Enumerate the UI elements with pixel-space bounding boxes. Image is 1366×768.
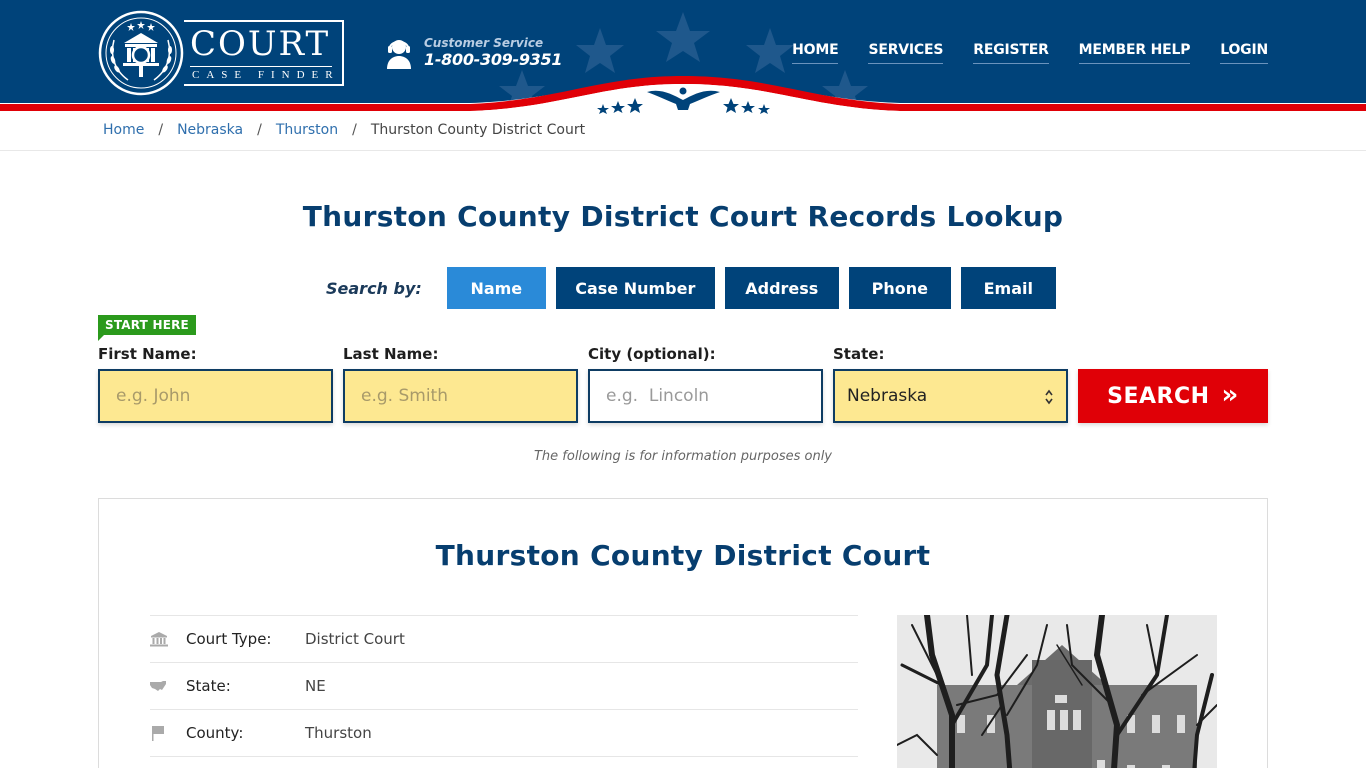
flag-icon [152,726,164,741]
tab-phone[interactable]: Phone [848,267,951,309]
nav-member-help[interactable]: MEMBER HELP [1078,42,1190,64]
select-updown-icon [1045,389,1053,405]
breadcrumb-separator: / [257,122,262,138]
detail-row-state: State: NE [150,662,858,709]
search-by-label: Search by: [326,278,422,298]
last-name-group: Last Name: [343,345,578,423]
customer-service-label: Customer Service [424,36,544,50]
court-title: Thurston County District Court [435,539,931,572]
double-chevron-right-icon: » [1221,379,1239,410]
nav-register[interactable]: REGISTER [973,42,1049,64]
court-info-card: Thurston County District Court Court Typ… [98,498,1268,768]
first-name-input[interactable] [98,369,333,423]
county-detail-value: Thurston [305,724,372,742]
tab-case-number[interactable]: Case Number [555,267,715,309]
star-decoration [656,12,710,62]
star-decoration [746,28,794,73]
customer-service: Customer Service 1-800-309-9351 [386,36,566,76]
page-title: Thurston County District Court Records L… [302,200,1064,233]
logo-divider [190,66,332,67]
city-group: City (optional): [588,345,823,423]
breadcrumb-home[interactable]: Home [103,122,144,138]
breadcrumb-divider [0,150,1366,151]
breadcrumb-nebraska[interactable]: Nebraska [177,122,243,138]
nav-home[interactable]: HOME [792,42,839,64]
tab-email[interactable]: Email [960,267,1056,309]
breadcrumb: Home / Nebraska / Thurston / Thurston Co… [103,122,585,138]
state-select-wrapper: Nebraska [833,369,1068,423]
nav-login[interactable]: LOGIN [1220,42,1268,64]
court-type-value: District Court [305,630,405,648]
city-label: City (optional): [588,345,716,363]
breadcrumb-thurston[interactable]: Thurston [276,122,338,138]
state-detail-value: NE [305,677,326,695]
last-name-label: Last Name: [343,345,439,363]
courthouse-seal-icon [98,10,184,96]
logo-title: COURT [190,24,331,64]
breadcrumb-separator: / [158,122,164,138]
courthouse-photo [897,615,1217,768]
usa-map-icon [150,681,166,691]
detail-row-divider [150,756,858,768]
breadcrumb-current: Thurston County District Court [370,122,586,138]
logo-wordmark: COURT CASE FINDER [184,20,344,86]
first-name-label: First Name: [98,345,197,363]
last-name-input[interactable] [343,369,578,423]
headset-agent-icon [387,40,411,69]
courthouse-icon [150,632,168,647]
search-button[interactable]: SEARCH » [1078,369,1268,423]
county-detail-label: County: [186,724,244,742]
search-button-label: SEARCH [1107,383,1210,409]
state-group: State: Nebraska [833,345,1068,423]
detail-row-court-type: Court Type: District Court [150,615,858,662]
court-details: Court Type: District Court State: NE Cou… [150,615,858,768]
city-input[interactable] [588,369,823,423]
info-disclaimer: The following is for information purpose… [533,449,833,464]
court-type-label: Court Type: [186,630,272,648]
star-decoration [576,28,624,73]
first-name-group: First Name: [98,345,333,423]
court-case-finder-logo[interactable]: COURT CASE FINDER [98,10,348,96]
state-detail-label: State: [186,677,231,695]
customer-service-phone[interactable]: 1-800-309-9351 [424,50,562,69]
state-label: State: [833,345,885,363]
tab-address[interactable]: Address [724,267,839,309]
nav-services[interactable]: SERVICES [868,42,943,64]
logo-subtitle: CASE FINDER [192,69,340,81]
state-select[interactable]: Nebraska [833,369,1068,423]
start-here-badge: START HERE [98,315,196,341]
tab-name[interactable]: Name [446,267,546,309]
search-by-tabs: Search by: Name Case Number Address Phon… [326,267,1066,309]
breadcrumb-separator: / [352,122,357,138]
main-nav: HOME SERVICES REGISTER MEMBER HELP LOGIN [792,42,1268,64]
site-header: COURT CASE FINDER Customer Service 1-800… [0,0,1366,114]
detail-row-county: County: Thurston [150,709,858,756]
